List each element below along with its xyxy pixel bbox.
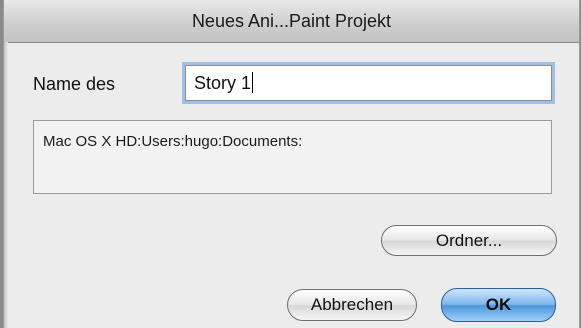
window-title: Neues Ani...Paint Projekt bbox=[191, 11, 392, 31]
name-label: Name des bbox=[33, 74, 116, 94]
choose-folder-button[interactable]: Ordner... bbox=[381, 225, 557, 256]
window-edge bbox=[4, 42, 8, 328]
project-name-value: Story 1 bbox=[194, 73, 252, 93]
title-bar[interactable]: Neues Ani...Paint Projekt bbox=[4, 0, 579, 43]
dialog-window: Neues Ani...Paint Projekt Name des Story… bbox=[3, 0, 580, 328]
text-caret bbox=[252, 72, 254, 93]
project-name-input[interactable]: Story 1 bbox=[185, 65, 552, 101]
folder-path-field: Mac OS X HD:Users:hugo:Documents: bbox=[33, 120, 552, 194]
folder-path-text: Mac OS X HD:Users:hugo:Documents: bbox=[43, 133, 303, 150]
cancel-button[interactable]: Abbrechen bbox=[287, 289, 417, 321]
ok-button[interactable]: OK bbox=[441, 288, 556, 322]
